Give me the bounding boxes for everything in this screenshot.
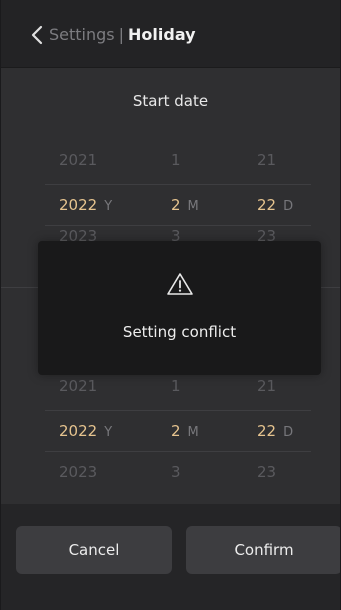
breadcrumb-separator: | [118, 25, 125, 44]
year-unit: Y [104, 425, 113, 440]
year-value: 2023 [59, 463, 98, 481]
end-date-selected-row[interactable]: 2022 Y 2M 22 D [45, 410, 311, 452]
month-value: 2 [171, 196, 181, 214]
start-date-row-prev[interactable]: 2021 1 21 [45, 140, 311, 180]
header: Settings | Holiday [1, 0, 340, 68]
day-value: 21 [257, 377, 277, 395]
year-value: 2022 [59, 196, 98, 214]
back-arrow-icon[interactable] [29, 25, 45, 45]
year-unit: Y [104, 199, 113, 214]
year-value: 2022 [59, 422, 98, 440]
conflict-message: Setting conflict [122, 323, 237, 341]
year-value: 2021 [59, 377, 98, 395]
breadcrumb-parent[interactable]: Settings [49, 25, 115, 44]
cancel-button[interactable]: Cancel [16, 526, 172, 574]
day-unit: D [283, 425, 294, 440]
day-picker[interactable]: 22 D [257, 411, 293, 451]
end-date-row-next[interactable]: 2023 3 23 [45, 452, 311, 492]
footer: Cancel Confirm [1, 504, 340, 610]
confirm-button[interactable]: Confirm [186, 526, 340, 574]
conflict-dialog: Setting conflict [38, 241, 321, 375]
month-value: 1 [171, 377, 181, 395]
day-value: 21 [257, 151, 277, 169]
day-value: 22 [257, 196, 277, 214]
month-unit: M [187, 425, 199, 440]
month-picker[interactable]: 2M [171, 411, 199, 451]
holiday-settings-screen: Settings | Holiday Start date 2021 1 21 20… [0, 0, 341, 610]
month-picker[interactable]: 2M [171, 185, 199, 225]
year-picker[interactable]: 2022 Y [59, 185, 112, 225]
day-picker[interactable]: 22 D [257, 185, 293, 225]
day-unit: D [283, 199, 294, 214]
month-value: 2 [171, 422, 181, 440]
page-title: Holiday [128, 25, 196, 44]
month-value: 3 [171, 463, 181, 481]
day-value: 22 [257, 422, 277, 440]
warning-icon [167, 273, 193, 295]
year-picker[interactable]: 2022 Y [59, 411, 112, 451]
month-value: 1 [171, 151, 181, 169]
breadcrumb: Settings | Holiday [49, 23, 196, 47]
start-date-selected-row[interactable]: 2022 Y 2M 22 D [45, 184, 311, 226]
year-value: 2021 [59, 151, 98, 169]
start-date-title: Start date [132, 92, 209, 110]
month-unit: M [187, 199, 199, 214]
day-value: 23 [257, 463, 277, 481]
